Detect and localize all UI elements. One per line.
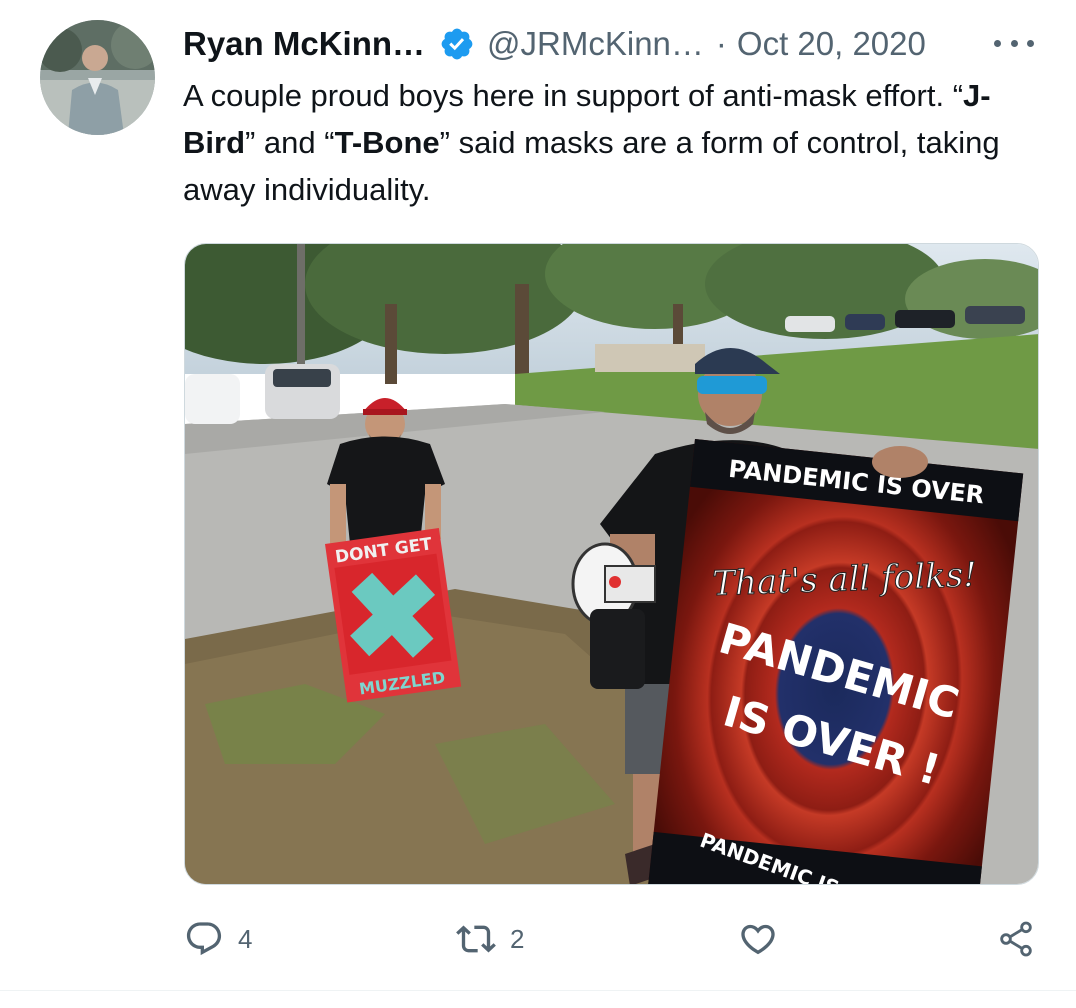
avatar-photo <box>40 20 155 135</box>
tweet-text-part: A couple proud boys here in support of a… <box>183 78 964 113</box>
retweet-icon <box>456 925 496 953</box>
tweet-header: Ryan McKinn… @JRMcKinn… · Oct 20, 2020 <box>183 22 1053 66</box>
tweet-text-bold: T-Bone <box>334 125 440 160</box>
retweet-button[interactable]: 2 <box>456 912 524 966</box>
author-handle[interactable]: @JRMcKinn… <box>487 25 704 63</box>
tweet-date[interactable]: Oct 20, 2020 <box>737 25 926 63</box>
verified-badge-icon <box>439 26 475 62</box>
divider <box>0 990 1076 991</box>
separator-dot: · <box>715 25 727 62</box>
avatar[interactable] <box>40 20 155 135</box>
author-name[interactable]: Ryan McKinn… <box>183 25 425 63</box>
heart-icon <box>741 924 775 955</box>
retweet-count: 2 <box>510 923 525 954</box>
tweet-text: A couple proud boys here in support of a… <box>183 72 1043 213</box>
share-icon <box>1000 921 1032 957</box>
tweet-text-part: ” and “ <box>245 125 335 160</box>
share-button[interactable] <box>996 912 1036 966</box>
reply-count: 4 <box>238 923 253 954</box>
reply-icon <box>186 922 222 956</box>
tweet-photo[interactable]: DONT GET MUZZLED PANDEMIC IS OVER That's… <box>184 243 1039 885</box>
tweet-actions: 4 2 <box>184 912 1044 966</box>
more-horizontal-icon[interactable] <box>994 26 1034 60</box>
reply-button[interactable]: 4 <box>184 912 252 966</box>
like-button[interactable] <box>738 912 778 966</box>
